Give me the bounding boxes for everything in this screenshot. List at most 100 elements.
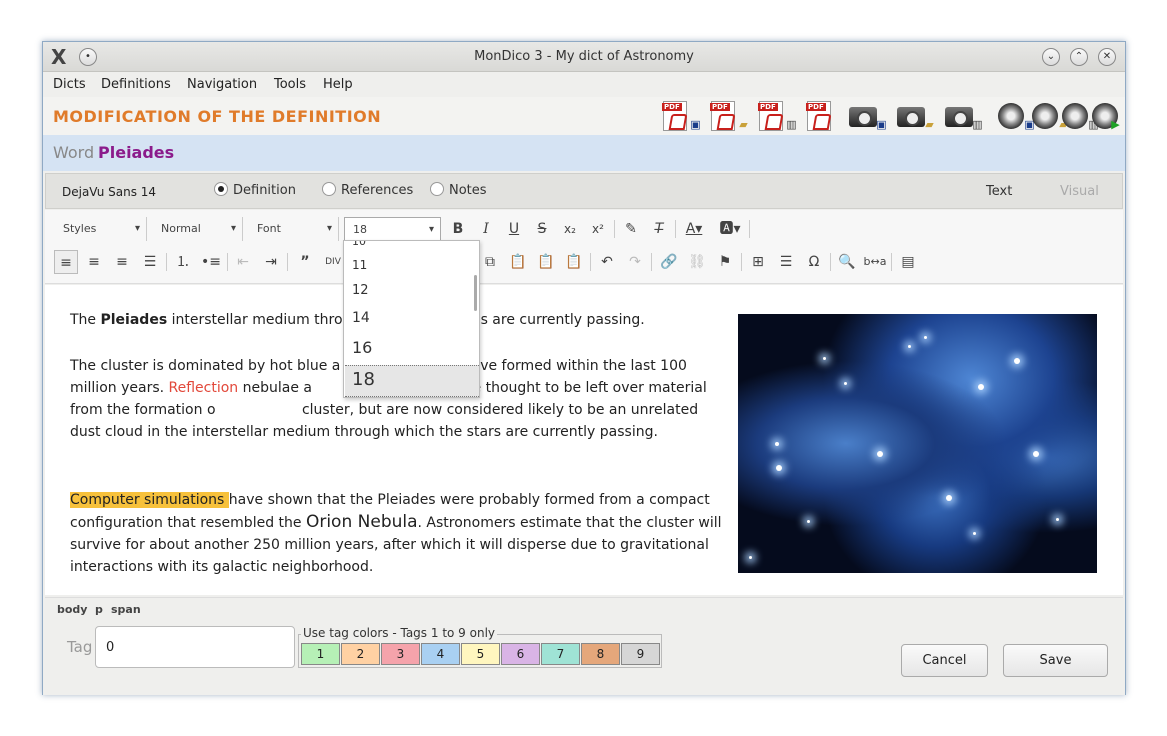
menu-definitions[interactable]: Definitions [101,77,171,92]
unlink-icon[interactable]: ⛓ [685,250,709,274]
bullet-list-icon[interactable]: •≡ [199,250,223,274]
path-body[interactable]: body [57,603,87,616]
redo-icon[interactable]: ↷ [623,250,647,274]
size-option-10[interactable]: 10 [352,241,366,248]
tag-color-2[interactable]: 2 [341,643,380,665]
radio-definition[interactable]: Definition [214,182,296,198]
blockquote-icon[interactable]: ” [293,250,317,274]
menu-navigation[interactable]: Navigation [187,77,257,92]
clear-format-icon[interactable]: T̶ [647,217,671,241]
tag-color-3[interactable]: 3 [381,643,420,665]
camera-icon [849,107,877,127]
font-size-dropdown: 10 11 12 14 16 18 36 [343,240,480,398]
link-icon[interactable]: 🔗 [657,250,681,274]
radio-notes[interactable]: Notes [430,182,487,198]
font-name-label[interactable]: DejaVu Sans 14 [62,185,156,199]
camera-save-button[interactable]: ▣ [846,100,890,132]
menu-tools[interactable]: Tools [274,77,306,92]
underline-icon[interactable]: U [502,217,526,241]
special-char-icon[interactable]: Ω [802,250,826,274]
radio-references[interactable]: References [322,182,413,198]
table-icon[interactable]: ⊞ [746,250,770,274]
word-value[interactable]: Pleiades [98,143,174,162]
tag-color-6[interactable]: 6 [501,643,540,665]
page-title: MODIFICATION OF THE DEFINITION [53,107,382,126]
camera-open-button[interactable]: ▰ [894,100,938,132]
tag-color-7[interactable]: 7 [541,643,580,665]
styles-select[interactable]: Styles [55,217,147,241]
font-size-select[interactable]: 18 [344,217,441,242]
align-center-icon[interactable]: ≡ [82,250,106,274]
pleiades-image[interactable] [738,314,1097,573]
indent-icon[interactable]: ⇥ [259,250,283,274]
font-family-select[interactable]: Font [249,217,339,241]
tag-color-8[interactable]: 8 [581,643,620,665]
close-button[interactable]: ✕ [1098,48,1116,66]
outdent-icon[interactable]: ⇤ [231,250,255,274]
size-option-16[interactable]: 16 [352,338,372,357]
menu-help[interactable]: Help [323,77,353,92]
pdf-view-button[interactable] [804,100,848,132]
div-icon[interactable]: DIV [321,250,345,274]
pdf-open-button[interactable]: ▰ [708,100,752,132]
size-option-11[interactable]: 11 [352,258,367,272]
camera-delete-button[interactable]: ▥ [942,100,986,132]
size-option-18[interactable]: 18 [352,369,375,390]
size-option-14[interactable]: 14 [352,310,370,326]
source-icon[interactable]: ▤ [896,250,920,274]
paste-icon[interactable]: 📋 [506,250,530,274]
star [946,495,952,501]
align-left-icon[interactable]: ≡ [54,250,78,274]
tag-input[interactable]: 0 [95,626,295,668]
find-icon[interactable]: 🔍 [835,250,859,274]
undo-icon[interactable]: ↶ [595,250,619,274]
tab-visual[interactable]: Visual [1060,184,1099,199]
paste-text-icon[interactable]: 📋 [534,250,558,274]
pdf-save-button[interactable]: ▣ [660,100,704,132]
subscript-icon[interactable]: x₂ [558,217,582,241]
definition-editor[interactable]: The Pleiades interstellar medium thro s a… [45,285,1123,595]
radio-references-label: References [341,183,414,198]
speaker-icon [1032,103,1058,129]
text-large: Orion Nebula [305,512,418,532]
window-title: MonDico 3 - My dict of Astronomy [474,49,694,64]
justify-icon[interactable]: ☰ [138,250,162,274]
paste-word-icon[interactable]: 📋 [562,250,586,274]
anchor-flag-icon[interactable]: ⚑ [713,250,737,274]
dropdown-scrollbar[interactable] [474,275,477,311]
path-p[interactable]: p [95,603,103,616]
tag-color-9[interactable]: 9 [621,643,660,665]
size-option-12[interactable]: 12 [352,283,369,298]
word-label: Word [53,143,95,162]
background-color-icon[interactable]: 🅰▾ [715,217,745,241]
path-span[interactable]: span [111,603,141,616]
align-right-icon[interactable]: ≡ [110,250,134,274]
minimize-button[interactable]: ⌄ [1042,48,1060,66]
star [924,336,927,339]
superscript-icon[interactable]: x² [586,217,610,241]
maximize-button[interactable]: ⌃ [1070,48,1088,66]
tag-color-4[interactable]: 4 [421,643,460,665]
numbered-list-icon[interactable]: ⒈ [171,250,195,274]
strikethrough-icon[interactable]: S [530,217,554,241]
pdf-delete-button[interactable]: ▥ [756,100,800,132]
star [775,442,779,446]
text-link[interactable]: Reflection [169,380,239,396]
tab-text[interactable]: Text [986,184,1012,199]
sound-play-button[interactable]: ▶ [1088,100,1124,132]
save-button[interactable]: Save [1003,644,1108,677]
tag-color-1[interactable]: 1 [301,643,340,665]
copy-icon[interactable]: ⧉ [478,250,502,274]
menu-dicts[interactable]: Dicts [53,77,86,92]
italic-icon[interactable]: I [474,217,498,241]
editor-toolbar: Styles Normal Font 18 B I U S x₂ x² ✎ T̶… [45,210,1123,284]
format-painter-icon[interactable]: ✎ [619,217,643,241]
tag-color-5[interactable]: 5 [461,643,500,665]
replace-icon[interactable]: b↔a [863,250,887,274]
horizontal-line-icon[interactable]: ☰ [774,250,798,274]
text-color-icon[interactable]: A▾ [679,217,709,241]
cancel-button[interactable]: Cancel [901,644,988,677]
paragraph-3: Computer simulations have shown that the… [70,489,725,578]
bold-icon[interactable]: B [446,217,470,241]
paragraph-format-select[interactable]: Normal [153,217,243,241]
